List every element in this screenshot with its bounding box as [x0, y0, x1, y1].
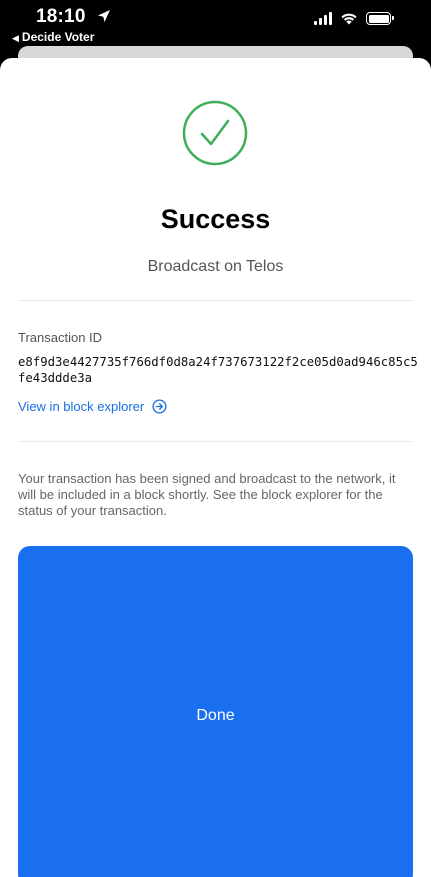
status-time: 18:10 — [36, 6, 86, 27]
location-arrow-icon — [98, 10, 111, 22]
success-checkmark-icon — [182, 100, 248, 166]
screen: 18:10 ◀ Decide Voter Success Broadcast o… — [0, 0, 431, 877]
back-app-label: Decide Voter — [21, 30, 95, 44]
network-subtitle: Broadcast on Telos — [147, 258, 284, 275]
transaction-id-label: Transaction ID — [18, 330, 103, 345]
status-time-group: 18:10 — [36, 6, 111, 28]
explorer-link-label: View in block explorer — [18, 399, 145, 414]
wifi-icon — [341, 13, 357, 25]
battery-icon — [366, 12, 394, 25]
arrow-right-circle-icon — [152, 399, 167, 414]
divider — [18, 300, 413, 301]
success-sheet: Success Broadcast on Telos Transaction I… — [0, 58, 431, 877]
done-button[interactable]: Done — [18, 546, 413, 877]
view-in-block-explorer-link[interactable]: View in block explorer — [18, 399, 167, 414]
cellular-signal-icon — [314, 12, 332, 25]
page-title: Success — [160, 204, 271, 234]
back-triangle-icon: ◀ — [12, 33, 19, 43]
status-icons — [314, 12, 394, 25]
transaction-id-value[interactable]: e8f9d3e4427735f766df0d8a24f737673122f2ce… — [18, 354, 418, 386]
divider — [18, 441, 413, 442]
transaction-description: Your transaction has been signed and bro… — [18, 471, 396, 518]
back-to-app-link[interactable]: ◀ Decide Voter — [12, 30, 94, 44]
status-bar: 18:10 ◀ Decide Voter — [0, 0, 431, 48]
